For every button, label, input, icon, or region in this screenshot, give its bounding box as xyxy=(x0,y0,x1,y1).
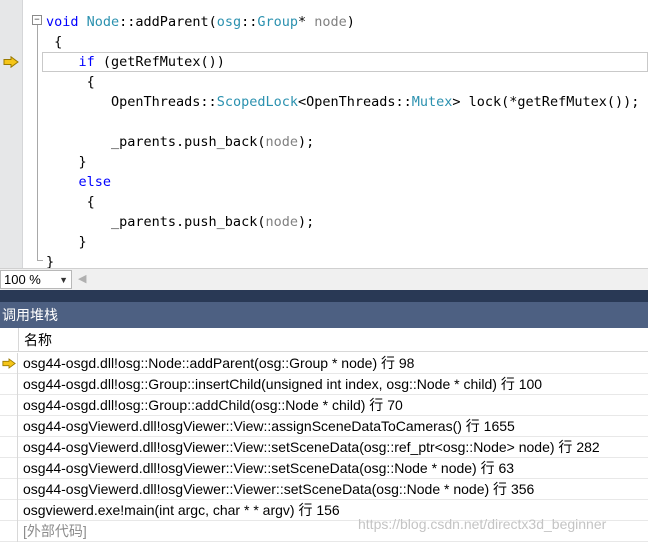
code-line[interactable]: _parents.push_back(node); xyxy=(46,132,314,152)
current-statement-arrow-icon xyxy=(3,56,19,68)
code-token: Node xyxy=(86,14,120,30)
call-stack-frame-text: osg44-osgViewerd.dll!osgViewer::Viewer::… xyxy=(23,481,535,497)
collapse-toggle-icon[interactable]: − xyxy=(32,15,42,25)
chevron-down-icon: ▼ xyxy=(59,275,68,285)
column-header-gutter xyxy=(0,328,19,352)
code-token: _parents.push_back( xyxy=(46,134,266,150)
code-token: node xyxy=(265,134,298,150)
call-stack-frame-text: osgviewerd.exe!main(int argc, char * * a… xyxy=(23,502,340,518)
row-gutter xyxy=(0,458,18,479)
panel-divider[interactable] xyxy=(0,290,648,302)
editor-status-bar: 100 % ▼ ◀ xyxy=(0,268,648,290)
call-stack-frame-text: osg44-osgViewerd.dll!osgViewer::View::as… xyxy=(23,418,515,434)
fold-guide-end xyxy=(37,260,43,261)
scroll-left-icon[interactable]: ◀ xyxy=(78,272,86,285)
code-line[interactable]: void Node::addParent(osg::Group* node) xyxy=(46,12,355,32)
code-token: { xyxy=(46,34,63,50)
call-stack-row[interactable]: osg44-osgViewerd.dll!osgViewer::Viewer::… xyxy=(0,479,648,500)
call-stack-list: osg44-osgd.dll!osg::Node::addParent(osg:… xyxy=(0,353,648,542)
code-token: Mutex xyxy=(411,94,453,110)
code-token: ScopedLock xyxy=(216,94,298,110)
row-gutter xyxy=(0,500,18,521)
code-line[interactable]: OpenThreads::ScopedLock<OpenThreads::Mut… xyxy=(46,92,639,112)
row-gutter xyxy=(0,353,18,374)
code-token: { xyxy=(46,74,95,90)
code-token: OpenThreads:: xyxy=(46,94,217,110)
code-token: { xyxy=(46,194,95,210)
call-stack-frame-text: osg44-osgViewerd.dll!osgViewer::View::se… xyxy=(23,439,600,455)
call-stack-frame-text: [外部代码] xyxy=(23,523,87,539)
row-gutter xyxy=(0,479,18,500)
code-token: ); xyxy=(297,134,315,150)
code-token: ) xyxy=(346,14,355,30)
code-line[interactable]: } xyxy=(46,152,87,172)
code-token: :: xyxy=(241,14,258,30)
call-stack-title: 调用堆栈 xyxy=(0,302,648,328)
current-frame-arrow-icon xyxy=(2,358,16,369)
row-gutter xyxy=(0,416,18,437)
code-line[interactable]: else xyxy=(46,172,112,192)
call-stack-frame-text: osg44-osgd.dll!osg::Node::addParent(osg:… xyxy=(23,355,415,371)
code-token: ); xyxy=(297,214,315,230)
row-gutter xyxy=(0,521,18,542)
code-line[interactable]: { xyxy=(46,72,95,92)
code-token: } xyxy=(46,234,87,250)
column-header-name[interactable]: 名称 xyxy=(24,328,52,352)
code-token: Group xyxy=(257,14,299,30)
code-line[interactable]: { xyxy=(46,192,95,212)
code-token: if xyxy=(78,54,95,70)
code-line[interactable]: } xyxy=(46,232,87,252)
call-stack-frame-text: osg44-osgViewerd.dll!osgViewer::View::se… xyxy=(23,460,515,476)
code-token: node xyxy=(314,14,347,30)
code-token: _parents.push_back( xyxy=(46,214,266,230)
call-stack-row[interactable]: osg44-osgViewerd.dll!osgViewer::View::se… xyxy=(0,437,648,458)
call-stack-frame-text: osg44-osgd.dll!osg::Group::insertChild(u… xyxy=(23,376,543,392)
zoom-value: 100 % xyxy=(4,272,41,287)
code-token: ::addParent( xyxy=(119,14,217,30)
code-token: void xyxy=(46,14,79,30)
code-line[interactable]: { xyxy=(46,32,62,52)
code-token: > lock(*getRefMutex()); xyxy=(452,94,640,110)
code-token: (getRefMutex()) xyxy=(94,54,225,70)
code-token: * xyxy=(298,14,315,30)
editor-gutter[interactable] xyxy=(0,0,23,268)
row-gutter xyxy=(0,374,18,395)
code-token: osg xyxy=(216,14,242,30)
call-stack-row[interactable]: osg44-osgd.dll!osg::Group::addChild(osg:… xyxy=(0,395,648,416)
code-token: else xyxy=(78,174,112,190)
call-stack-row[interactable]: osg44-osgd.dll!osg::Node::addParent(osg:… xyxy=(0,353,648,374)
watermark: https://blog.csdn.net/directx3d_beginner xyxy=(358,516,607,532)
code-editor[interactable]: − void Node::addParent(osg::Group* node)… xyxy=(0,0,648,270)
call-stack-frame-text: osg44-osgd.dll!osg::Group::addChild(osg:… xyxy=(23,397,403,413)
code-token: } xyxy=(46,154,87,170)
fold-guide xyxy=(37,25,38,260)
row-gutter xyxy=(0,395,18,416)
call-stack-row[interactable]: osg44-osgViewerd.dll!osgViewer::View::se… xyxy=(0,458,648,479)
zoom-dropdown[interactable]: 100 % ▼ xyxy=(0,270,72,289)
code-token: <OpenThreads:: xyxy=(297,94,412,110)
column-header: 名称 xyxy=(0,328,648,352)
code-token: node xyxy=(265,214,298,230)
call-stack-row[interactable]: osg44-osgViewerd.dll!osgViewer::View::as… xyxy=(0,416,648,437)
code-line[interactable]: if (getRefMutex()) xyxy=(46,52,225,72)
code-line[interactable]: _parents.push_back(node); xyxy=(46,212,314,232)
call-stack-row[interactable]: osg44-osgd.dll!osg::Group::insertChild(u… xyxy=(0,374,648,395)
row-gutter xyxy=(0,437,18,458)
